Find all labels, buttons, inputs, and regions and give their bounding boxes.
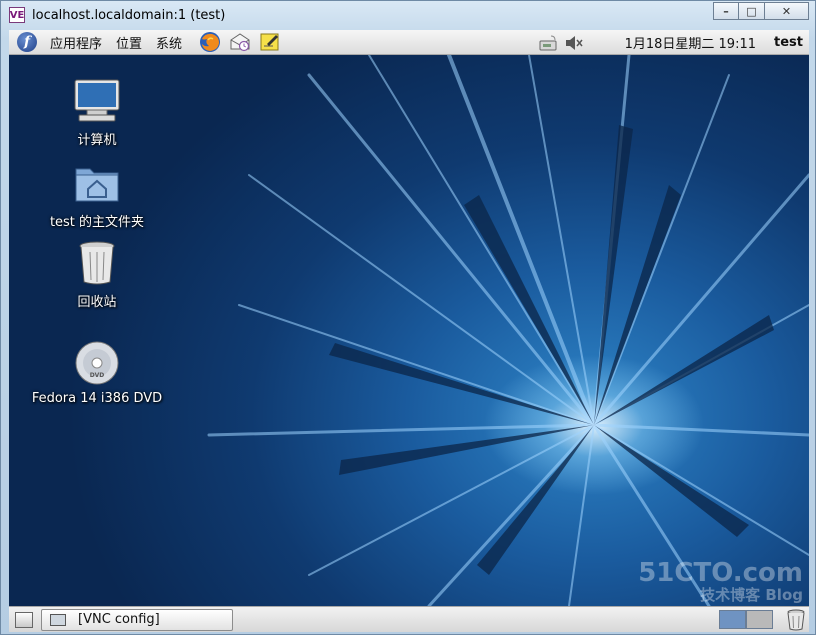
top-panel: f 应用程序 位置 系统 1月18日星期二 19:11 test (9, 30, 809, 55)
desktop-icon-label: 回收站 (77, 295, 117, 310)
taskbar-button-label: [VNC config] (78, 612, 160, 627)
menu-places[interactable]: 位置 (109, 33, 149, 52)
trash-icon (72, 239, 122, 287)
svg-text:DVD: DVD (90, 372, 105, 379)
workspace-1[interactable] (719, 610, 746, 629)
menu-applications[interactable]: 应用程序 (43, 33, 109, 52)
dvd-icon: DVD (72, 339, 122, 387)
maximize-button[interactable]: □ (739, 2, 765, 20)
window-icon (50, 613, 66, 626)
window-title: localhost.localdomain:1 (test) (32, 7, 226, 23)
desktop[interactable]: 计算机 test 的主文件夹 回收站 DVD Fedora 14 i386 DV… (9, 55, 809, 606)
network-icon[interactable] (537, 33, 559, 53)
panel-clock[interactable]: 1月18日星期二 19:11 (625, 33, 756, 52)
user-menu[interactable]: test (774, 35, 803, 50)
close-button[interactable]: ✕ (765, 2, 809, 20)
desktop-icon-trash[interactable]: 回收站 (27, 239, 167, 310)
computer-icon (72, 77, 122, 125)
firefox-icon[interactable] (199, 31, 221, 53)
taskbar-button-vnc-config[interactable]: [VNC config] (41, 608, 233, 631)
fedora-logo-icon[interactable]: f (17, 32, 37, 52)
minimize-button[interactable]: – (713, 2, 739, 20)
panel-launchers (199, 31, 281, 53)
panel-right: 1月18日星期二 19:11 test (537, 30, 803, 55)
window-titlebar[interactable]: VE localhost.localdomain:1 (test) – □ ✕ (1, 1, 815, 29)
notes-icon[interactable] (259, 31, 281, 53)
watermark-main: 51CTO.com (638, 558, 803, 588)
panel-trash-icon[interactable] (785, 608, 807, 632)
bottom-panel: [VNC config] (9, 606, 809, 632)
desktop-icon-computer[interactable]: 计算机 (27, 77, 167, 148)
workspace-2[interactable] (746, 610, 773, 629)
desktop-icon-label: test 的主文件夹 (49, 215, 145, 230)
menu-system[interactable]: 系统 (149, 33, 189, 52)
desktop-icon-home[interactable]: test 的主文件夹 (27, 159, 167, 230)
vnc-app-icon[interactable]: VE (9, 7, 25, 23)
desktop-icon-dvd[interactable]: DVD Fedora 14 i386 DVD (27, 339, 167, 406)
workspace-switcher (719, 610, 773, 629)
mail-icon[interactable] (229, 31, 251, 53)
watermark: 51CTO.com 技术博客 Blog (638, 560, 803, 604)
desktop-icon-label: Fedora 14 i386 DVD (31, 391, 163, 406)
desktop-icon-label: 计算机 (77, 133, 117, 148)
volume-icon[interactable] (563, 33, 585, 53)
home-folder-icon (72, 159, 122, 207)
show-desktop-button[interactable] (15, 611, 33, 628)
main-menu: 应用程序 位置 系统 (43, 33, 189, 52)
vnc-viewer-window: VE localhost.localdomain:1 (test) – □ ✕ … (0, 0, 816, 635)
watermark-sub: 技术博客 Blog (700, 586, 803, 604)
window-controls: – □ ✕ (713, 2, 809, 20)
